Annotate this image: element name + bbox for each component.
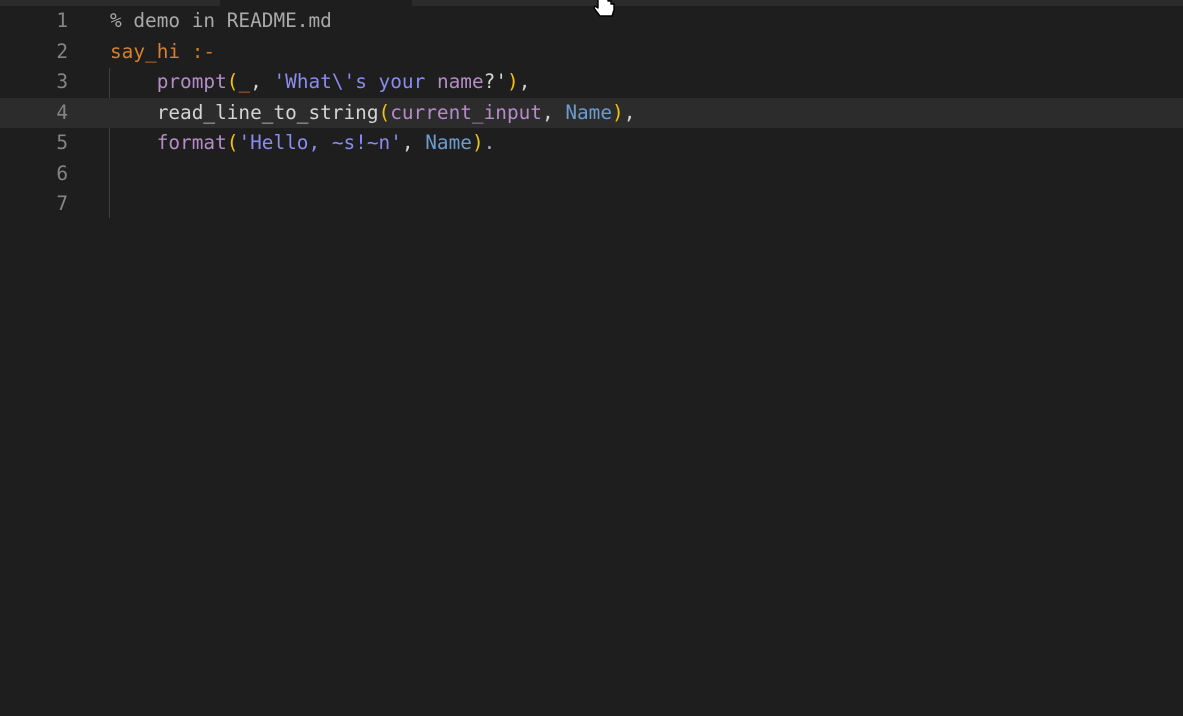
code-token: _ [238,70,251,93]
code-text: read_line_to_string(current_input, Name)… [110,98,636,128]
code-token: :- [191,39,216,63]
code-token: 'Hello, ~s!~n' [238,131,402,154]
line-number: 1 [56,9,68,32]
line-number: 2 [56,39,68,63]
code-token: ) [507,70,519,93]
code-line[interactable]: 3 prompt(_, 'What\'s your name?'), [0,67,1183,97]
code-line[interactable]: 7 [0,189,1183,219]
code-editor[interactable]: 1% demo in README.md 2 say_hi :- 3 prompt(_… [0,6,1183,716]
code-token: ( [226,70,239,93]
code-line[interactable]: 4 read_line_to_string(current_input, Nam… [0,97,1183,128]
code-token: Name [425,131,472,154]
code-token: ) [612,100,624,124]
code-text: format('Hello, ~s!~n', Name). [110,128,496,158]
code-text: prompt(_, 'What\'s your name?'), [110,67,531,97]
code-line[interactable]: 5 format('Hello, ~s!~n', Name). [0,128,1183,158]
code-token: . [483,131,496,154]
code-token: ( [226,131,239,154]
code-token: prompt [110,70,227,93]
code-token: , [401,131,426,154]
code-token: read_line_to_string [110,100,379,124]
code-token: Name [565,100,613,124]
code-token: 'What\'s your [273,70,437,93]
code-line[interactable]: 6 [0,159,1183,189]
code-token: , [518,70,531,93]
line-number: 6 [56,161,68,185]
code-text: % demo in README.md [110,6,332,36]
code-token: current_input [390,100,542,124]
code-token: say_hi [110,39,181,63]
line-number: 7 [56,192,68,215]
code-token: ) [471,131,484,154]
code-line[interactable]: 2 say_hi :- [0,37,1183,67]
code-token: ( [378,100,391,124]
line-number: 3 [56,70,68,93]
line-number: 4 [56,100,68,124]
code-token: , [541,100,566,124]
code-text: say_hi :- [110,37,215,67]
code-token: , [623,100,636,124]
code-token: ?' [483,70,507,93]
code-token: % demo in README.md [110,9,332,32]
hand-pointer-icon [593,0,615,17]
code-token: name [436,70,484,93]
code-token: format [110,131,227,154]
code-token: , [250,70,274,93]
line-number: 5 [56,131,68,154]
